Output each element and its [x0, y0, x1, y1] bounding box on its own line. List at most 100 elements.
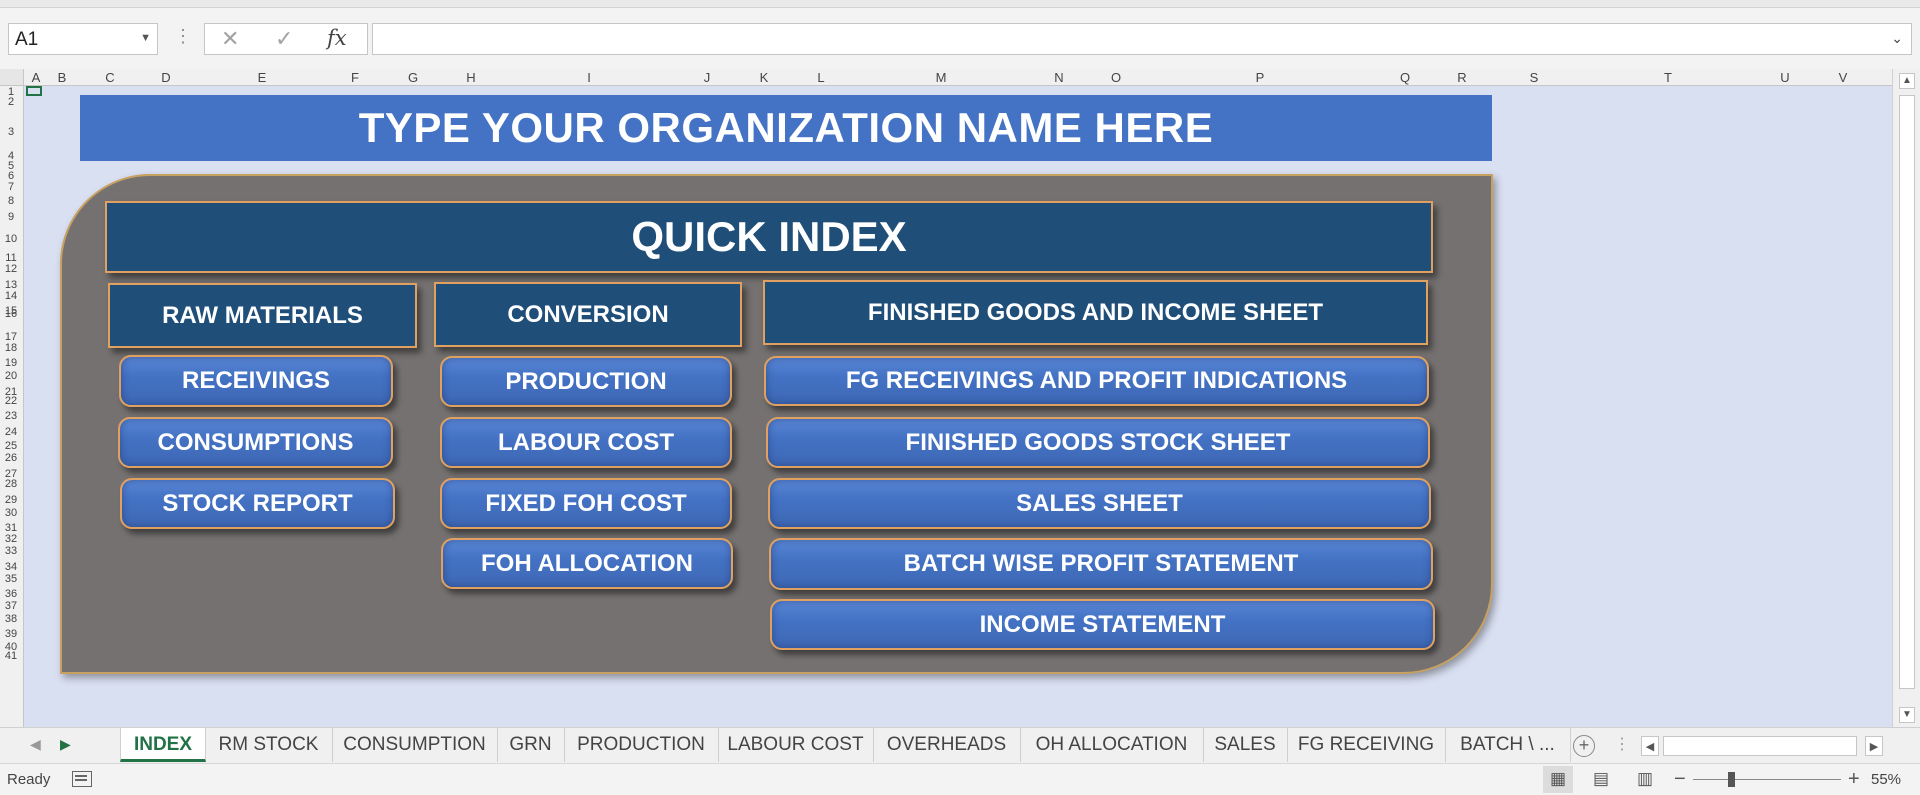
normal-view-icon[interactable]: ▦ [1543, 766, 1573, 793]
sheet-tab[interactable]: RM STOCK [205, 728, 333, 762]
stock-report-button[interactable]: STOCK REPORT [120, 478, 395, 529]
column-header[interactable]: M [936, 70, 947, 85]
column-header[interactable]: C [105, 70, 114, 85]
row-header[interactable]: 35 [0, 573, 22, 585]
row-header[interactable]: 10 [0, 233, 22, 245]
batch-wise-profit-button[interactable]: BATCH WISE PROFIT STATEMENT [769, 538, 1433, 590]
column-header[interactable]: S [1530, 70, 1539, 85]
sheet-tab[interactable]: SALES [1203, 728, 1288, 762]
zoom-level[interactable]: 55% [1871, 771, 1901, 788]
column-header[interactable]: H [466, 70, 475, 85]
vertical-scroll-thumb[interactable] [1899, 95, 1915, 689]
column-header[interactable]: L [817, 70, 824, 85]
column-header[interactable]: U [1780, 70, 1789, 85]
add-sheet-button[interactable]: + [1573, 735, 1595, 757]
column-header[interactable]: A [32, 70, 41, 85]
column-header[interactable]: F [351, 70, 359, 85]
more-tabs-icon[interactable]: ⋮ [1614, 734, 1630, 754]
row-header[interactable]: 38 [0, 613, 22, 625]
row-header[interactable]: 23 [0, 410, 22, 422]
fg-receivings-button[interactable]: FG RECEIVINGS AND PROFIT INDICATIONS [764, 356, 1429, 406]
sales-sheet-button[interactable]: SALES SHEET [768, 478, 1431, 529]
fixed-foh-cost-button[interactable]: FIXED FOH COST [440, 478, 732, 529]
prev-sheet-icon[interactable]: ◀ [30, 736, 41, 753]
row-header[interactable]: 8 [0, 195, 22, 207]
row-header[interactable]: 9 [0, 211, 22, 223]
select-all-corner[interactable] [0, 69, 24, 86]
row-header[interactable]: 22 [0, 395, 22, 407]
scroll-right-icon[interactable]: ▶ [1865, 736, 1883, 756]
production-button[interactable]: PRODUCTION [440, 356, 732, 407]
close-icon[interactable]: ✕ [221, 26, 239, 52]
next-sheet-icon[interactable]: ▶ [60, 736, 71, 753]
column-header[interactable]: V [1839, 70, 1848, 85]
row-header[interactable]: 18 [0, 342, 22, 354]
row-header[interactable]: 32 [0, 533, 22, 545]
income-statement-button[interactable]: INCOME STATEMENT [770, 599, 1435, 650]
expand-formula-bar-icon[interactable]: ⌄ [1891, 30, 1903, 47]
row-header[interactable]: 28 [0, 478, 22, 490]
row-header[interactable]: 2 [0, 96, 22, 108]
more-options-icon[interactable]: ⋮ [174, 26, 192, 47]
macro-recording-icon[interactable] [72, 771, 92, 787]
row-header[interactable]: 19 [0, 357, 22, 369]
scroll-left-icon[interactable]: ◀ [1641, 736, 1659, 756]
zoom-slider[interactable] [1693, 779, 1841, 780]
scroll-down-icon[interactable]: ▼ [1899, 707, 1915, 723]
column-header[interactable]: I [587, 70, 591, 85]
sheet-tab[interactable]: OH ALLOCATION [1020, 728, 1204, 762]
column-header[interactable]: O [1111, 70, 1121, 85]
row-header[interactable]: 39 [0, 628, 22, 640]
insert-function-button[interactable]: fx [327, 26, 347, 50]
formula-input[interactable]: ⌄ [372, 23, 1912, 55]
sheet-tab[interactable]: BATCH \ ... [1445, 728, 1571, 762]
name-box[interactable]: A1 ▼ [8, 23, 158, 55]
sheet-tab[interactable]: PRODUCTION [564, 728, 719, 762]
column-header[interactable]: T [1664, 70, 1672, 85]
row-header[interactable]: 34 [0, 561, 22, 573]
row-header[interactable]: 3 [0, 126, 22, 138]
page-layout-view-icon[interactable]: ▤ [1586, 766, 1616, 793]
column-header[interactable]: B [58, 70, 67, 85]
sheet-tab[interactable]: OVERHEADS [873, 728, 1021, 762]
sheet-tab[interactable]: LABOUR COST [718, 728, 874, 762]
sheet-tab[interactable]: GRN [497, 728, 565, 762]
labour-cost-button[interactable]: LABOUR COST [440, 417, 732, 468]
foh-allocation-button[interactable]: FOH ALLOCATION [441, 538, 733, 589]
row-header[interactable]: 30 [0, 507, 22, 519]
zoom-in-button[interactable]: + [1848, 768, 1860, 791]
row-header[interactable]: 12 [0, 263, 22, 275]
column-header[interactable]: Q [1400, 70, 1410, 85]
column-header[interactable]: D [161, 70, 170, 85]
row-header[interactable]: 16 [0, 308, 22, 320]
row-header[interactable]: 26 [0, 452, 22, 464]
chevron-down-icon[interactable]: ▼ [140, 32, 151, 44]
zoom-out-button[interactable]: − [1674, 768, 1686, 791]
consumptions-button[interactable]: CONSUMPTIONS [118, 417, 393, 468]
sheet-tab[interactable]: INDEX [120, 728, 206, 762]
sheet-tab[interactable]: CONSUMPTION [332, 728, 498, 762]
row-header[interactable]: 33 [0, 545, 22, 557]
column-header[interactable]: K [760, 70, 769, 85]
column-header[interactable]: G [408, 70, 418, 85]
vertical-scrollbar[interactable]: ▲ ▼ [1892, 69, 1920, 727]
column-header[interactable]: R [1457, 70, 1466, 85]
check-icon[interactable]: ✓ [275, 26, 293, 52]
row-header[interactable]: 29 [0, 494, 22, 506]
organization-title[interactable]: TYPE YOUR ORGANIZATION NAME HERE [80, 95, 1492, 161]
row-header[interactable]: 20 [0, 370, 22, 382]
horizontal-scrollbar[interactable]: ◀ [1641, 734, 1881, 758]
row-header[interactable]: 37 [0, 600, 22, 612]
row-header[interactable]: 25 [0, 440, 22, 452]
column-header[interactable]: N [1054, 70, 1063, 85]
sheet-tab[interactable]: FG RECEIVING [1287, 728, 1446, 762]
row-header[interactable]: 41 [0, 650, 22, 662]
horizontal-scroll-thumb[interactable] [1663, 736, 1857, 756]
finished-goods-stock-button[interactable]: FINISHED GOODS STOCK SHEET [766, 417, 1430, 468]
page-break-preview-icon[interactable]: ▥ [1630, 766, 1660, 793]
receivings-button[interactable]: RECEIVINGS [119, 355, 393, 407]
column-header[interactable]: J [704, 70, 711, 85]
zoom-slider-thumb[interactable] [1728, 772, 1735, 787]
row-header[interactable]: 24 [0, 426, 22, 438]
scroll-up-icon[interactable]: ▲ [1899, 73, 1915, 89]
